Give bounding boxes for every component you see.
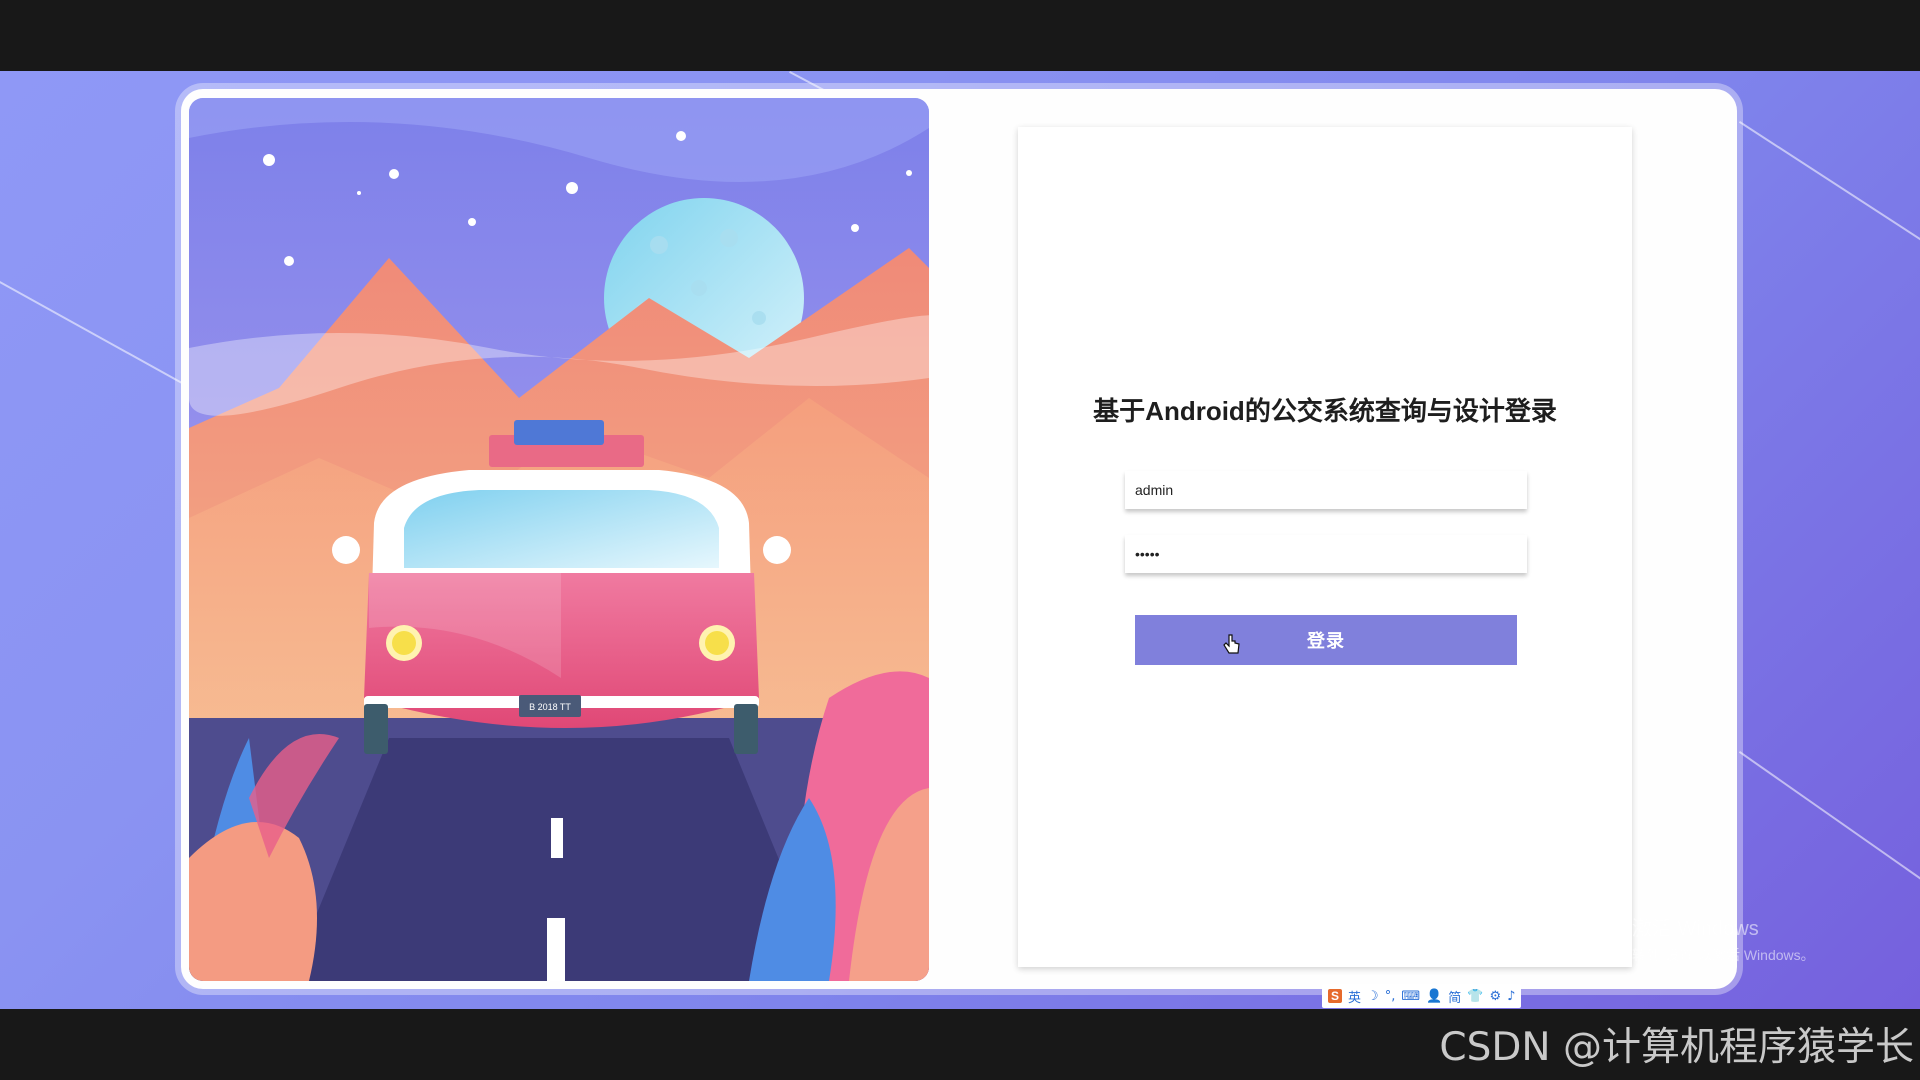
ime-moon-icon[interactable]: ☽ <box>1367 989 1379 1004</box>
activate-windows-notice: 激活 Windows 转到"设置"以激活 Windows。 <box>1632 912 1815 965</box>
illustration-svg: B 2018 TT <box>189 98 929 981</box>
activate-windows-subtitle: 转到"设置"以激活 Windows。 <box>1632 947 1815 963</box>
password-input[interactable] <box>1125 535 1527 573</box>
ime-keyboard-icon[interactable]: ⌨ <box>1401 989 1420 1004</box>
activate-windows-title: 激活 Windows <box>1632 918 1759 940</box>
ime-language-toggle[interactable]: 英 <box>1348 987 1361 1006</box>
travel-van-illustration: B 2018 TT <box>189 98 929 981</box>
hand-cursor-icon <box>1223 634 1240 654</box>
ime-settings-icon[interactable]: ⚙ <box>1489 989 1501 1004</box>
login-title: 基于Android的公交系统查询与设计登录 <box>1093 396 1557 426</box>
ime-toolbar[interactable]: S 英 ☽ °, ⌨ 👤 简 👕 ⚙ ♪ <box>1322 984 1522 1008</box>
username-input[interactable] <box>1125 471 1527 509</box>
top-black-bar <box>0 0 1920 71</box>
login-card: B 2018 TT 基于Android的公交系统查询与设计登录 登录 <box>181 89 1737 989</box>
ime-punctuation-icon[interactable]: °, <box>1385 989 1396 1004</box>
ime-skin-icon[interactable]: 👕 <box>1467 989 1483 1004</box>
ime-simplified-toggle[interactable]: 简 <box>1448 987 1461 1006</box>
ime-music-icon[interactable]: ♪ <box>1507 989 1515 1004</box>
csdn-watermark: CSDN @计算机程序猿学长 <box>1439 1025 1914 1070</box>
decor-line <box>0 281 184 385</box>
login-form-panel: 基于Android的公交系统查询与设计登录 登录 <box>1018 127 1632 967</box>
decor-line <box>1738 751 1920 885</box>
ime-logo-icon[interactable]: S <box>1328 989 1343 1003</box>
login-button[interactable]: 登录 <box>1135 615 1517 665</box>
bottom-black-bar: CSDN @计算机程序猿学长 <box>0 1009 1920 1080</box>
ime-user-icon[interactable]: 👤 <box>1426 989 1442 1004</box>
license-plate: B 2018 TT <box>529 702 571 712</box>
decor-line <box>1738 121 1920 248</box>
